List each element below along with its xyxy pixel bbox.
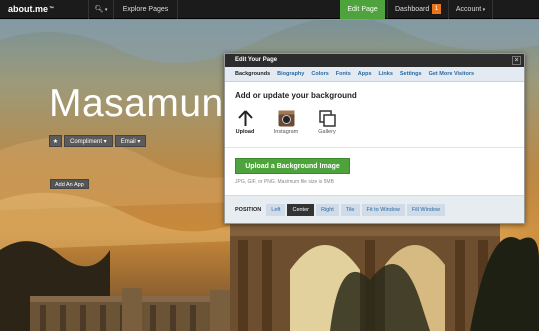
upload-arrow-icon xyxy=(237,110,253,126)
gallery-icon xyxy=(318,110,336,127)
tab-biography[interactable]: Biography xyxy=(277,71,304,77)
panel-tabs: Backgrounds Biography Colors Fonts Apps … xyxy=(225,67,524,82)
position-center-button[interactable]: Center xyxy=(287,203,314,216)
chevron-down-icon: ▾ xyxy=(481,7,486,13)
tab-colors[interactable]: Colors xyxy=(311,71,328,77)
compliment-label: Compliment xyxy=(70,139,103,145)
section-title: Add or update your background xyxy=(235,91,357,100)
instagram-option[interactable]: Instagram xyxy=(271,110,301,135)
upload-label: Upload xyxy=(235,129,255,135)
position-bar: POSITION Left Center Right Tile Fit to W… xyxy=(225,195,524,223)
email-label: Email xyxy=(120,139,136,145)
account-menu[interactable]: Account ▾ xyxy=(448,0,493,19)
panel-title: Edit Your Page xyxy=(235,57,278,63)
profile-name: Masamun xyxy=(49,82,224,125)
account-label: Account xyxy=(455,6,482,13)
compliment-button[interactable]: Compliment ▾ xyxy=(64,135,113,147)
tab-settings[interactable]: Settings xyxy=(400,71,422,77)
dashboard-notification-badge: 1 xyxy=(432,4,441,14)
tab-backgrounds[interactable]: Backgrounds xyxy=(235,71,270,77)
instagram-icon xyxy=(278,110,294,127)
tab-apps[interactable]: Apps xyxy=(358,71,372,77)
star-icon[interactable]: ★ xyxy=(49,135,62,147)
divider xyxy=(225,147,524,148)
close-icon[interactable]: × xyxy=(512,56,521,65)
search-menu[interactable]: 🔍︎ ▾ xyxy=(88,0,114,19)
tab-links[interactable]: Links xyxy=(379,71,393,77)
top-navigation-bar: about.me™ 🔍︎ ▾ Explore Pages Edit Page D… xyxy=(0,0,539,19)
position-fill-window-button[interactable]: Fill Window xyxy=(406,203,445,216)
gallery-label: Gallery xyxy=(318,129,336,135)
about-me-logo[interactable]: about.me™ xyxy=(8,0,88,19)
tab-get-more-visitors[interactable]: Get More Visitors xyxy=(429,71,474,77)
upload-option[interactable]: Upload xyxy=(230,110,260,135)
explore-pages-link[interactable]: Explore Pages xyxy=(114,0,178,19)
position-left-button[interactable]: Left xyxy=(266,203,286,216)
edit-page-button[interactable]: Edit Page xyxy=(340,0,385,19)
position-right-button[interactable]: Right xyxy=(315,203,339,216)
gallery-option[interactable]: Gallery xyxy=(312,110,342,135)
instagram-label: Instagram xyxy=(273,129,299,135)
edit-page-panel: Edit Your Page × Backgrounds Biography C… xyxy=(224,53,525,224)
add-app-button[interactable]: Add An App xyxy=(50,179,89,189)
panel-header: Edit Your Page × xyxy=(225,54,524,67)
chevron-down-icon: ▾ xyxy=(103,7,108,13)
tab-fonts[interactable]: Fonts xyxy=(336,71,351,77)
upload-background-button[interactable]: Upload a Background Image xyxy=(235,158,350,174)
file-requirements-hint: JPG, GIF, or PNG. Maximum file size is 5… xyxy=(235,179,334,185)
email-button[interactable]: Email ▾ xyxy=(114,135,147,147)
position-tile-button[interactable]: Tile xyxy=(340,203,360,216)
position-label: POSITION xyxy=(235,206,262,213)
position-fit-to-window-button[interactable]: Fit to Window xyxy=(361,203,405,216)
profile-actions: ★ Compliment ▾ Email ▾ xyxy=(49,135,147,147)
